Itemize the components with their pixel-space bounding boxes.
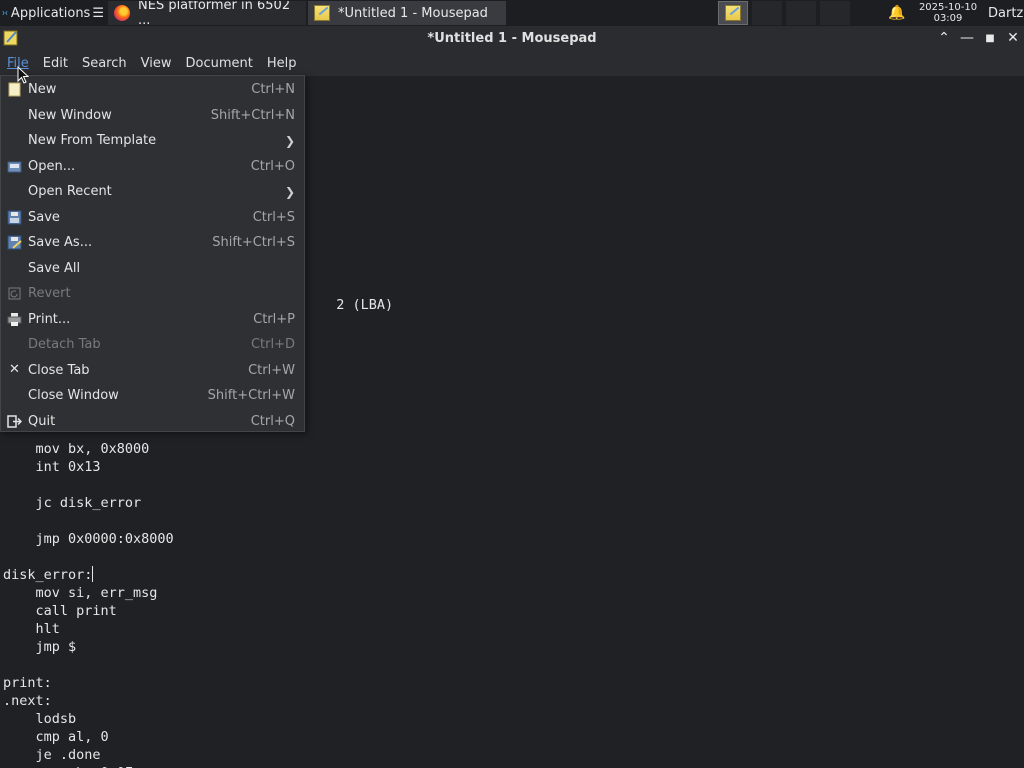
menu-item-save-as[interactable]: Save As... Shift+Ctrl+S	[1, 230, 304, 256]
close-icon: ✕	[9, 361, 20, 377]
code-line[interactable]: print:	[3, 674, 1024, 692]
print-icon	[7, 312, 22, 326]
code-line[interactable]	[3, 476, 1024, 494]
quit-icon	[7, 414, 22, 428]
new-document-icon	[8, 82, 21, 97]
code-line[interactable]: int 0x13	[3, 458, 1024, 476]
code-line[interactable]	[3, 512, 1024, 530]
text-cursor	[92, 566, 94, 582]
firefox-icon	[114, 5, 130, 21]
chevron-right-icon: ❯	[284, 184, 295, 199]
file-menu-dropdown: New Ctrl+N New Window Shift+Ctrl+N New F…	[0, 75, 305, 432]
code-line[interactable]: mov ah, 0x0E	[3, 764, 1024, 768]
mousepad-app-icon[interactable]	[3, 29, 19, 46]
code-line[interactable]	[3, 656, 1024, 674]
chevron-up-icon: ⌃	[938, 30, 950, 46]
chevron-right-icon: ❯	[284, 133, 295, 148]
mousepad-icon	[314, 5, 330, 21]
menu-item-save[interactable]: Save Ctrl+S	[1, 205, 304, 231]
xfce-logo-icon	[2, 10, 8, 16]
save-icon	[7, 210, 22, 224]
workspace-4[interactable]	[820, 1, 850, 25]
menu-document[interactable]: Document	[178, 50, 259, 76]
workspace-2[interactable]	[752, 1, 782, 25]
menu-item-new-from-template[interactable]: New From Template ❯	[1, 128, 304, 154]
menu-item-new-window[interactable]: New Window Shift+Ctrl+N	[1, 103, 304, 129]
menu-help[interactable]: Help	[260, 50, 304, 76]
menu-bar: File Edit Search View Document Help	[0, 50, 1024, 76]
menu-item-open-recent[interactable]: Open Recent ❯	[1, 179, 304, 205]
menu-item-revert: Revert	[1, 281, 304, 307]
window-title: *Untitled 1 - Mousepad	[427, 30, 597, 46]
menu-icon: ☰	[92, 5, 104, 21]
menu-item-quit[interactable]: Quit Ctrl+Q	[1, 409, 304, 435]
code-line[interactable]	[3, 548, 1024, 566]
menu-item-save-all[interactable]: Save All	[1, 256, 304, 282]
mousepad-icon	[725, 5, 741, 21]
minimize-button[interactable]: —	[958, 29, 976, 47]
applications-menu-button[interactable]: Applications ☰	[0, 0, 108, 26]
menu-item-new[interactable]: New Ctrl+N	[1, 77, 304, 103]
workspace-switcher	[716, 0, 852, 26]
menu-edit[interactable]: Edit	[36, 50, 75, 76]
window-titlebar[interactable]: *Untitled 1 - Mousepad ⌃ — ■ ✕	[0, 26, 1024, 50]
minimize-icon: —	[960, 30, 974, 46]
menu-item-print[interactable]: Print... Ctrl+P	[1, 307, 304, 333]
code-line[interactable]: jmp 0x0000:0x8000	[3, 530, 1024, 548]
workspace-3[interactable]	[786, 1, 816, 25]
code-line[interactable]: lodsb	[3, 710, 1024, 728]
code-line[interactable]: .next:	[3, 692, 1024, 710]
taskbar-item-mousepad[interactable]: *Untitled 1 - Mousepad	[308, 1, 506, 25]
menu-item-detach-tab: Detach Tab Ctrl+D	[28, 337, 295, 353]
close-window-button[interactable]: ✕	[1004, 29, 1022, 47]
code-line[interactable]: hlt	[3, 620, 1024, 638]
code-line[interactable]: disk_error:	[3, 566, 1024, 584]
menu-search[interactable]: Search	[75, 50, 134, 76]
taskbar-item-label: NES platformer in 6502 ...	[138, 1, 291, 25]
code-line[interactable]: jc disk_error	[3, 494, 1024, 512]
code-line[interactable]: je .done	[3, 746, 1024, 764]
maximize-button[interactable]: ■	[981, 29, 999, 47]
clock-date: 2025-10-10	[918, 2, 978, 13]
revert-icon	[8, 287, 21, 300]
open-folder-icon	[7, 161, 22, 172]
code-line[interactable]: mov si, err_msg	[3, 584, 1024, 602]
notification-bell-icon[interactable]: 🔔	[882, 0, 912, 26]
code-line[interactable]: mov bx, 0x8000	[3, 440, 1024, 458]
mouse-pointer-icon	[17, 66, 29, 84]
taskbar-item-firefox[interactable]: NES platformer in 6502 ...	[108, 1, 306, 25]
close-icon: ✕	[1007, 30, 1019, 46]
taskbar-item-label: *Untitled 1 - Mousepad	[338, 5, 488, 21]
user-menu-button[interactable]: Dartz	[984, 0, 1024, 26]
user-name: Dartz	[988, 5, 1024, 21]
menu-item-close-tab[interactable]: ✕ Close Tab Ctrl+W	[1, 358, 304, 384]
code-line[interactable]: jmp $	[3, 638, 1024, 656]
maximize-icon: ■	[985, 32, 995, 44]
window-shade-button[interactable]: ⌃	[935, 29, 953, 47]
menu-view[interactable]: View	[134, 50, 179, 76]
clock-time: 03:09	[933, 13, 963, 24]
code-line[interactable]: cmp al, 0	[3, 728, 1024, 746]
menu-item-open[interactable]: Open... Ctrl+O	[1, 154, 304, 180]
applications-label: Applications	[10, 5, 91, 21]
top-panel: Applications ☰ NES platformer in 6502 ..…	[0, 0, 1024, 26]
save-as-icon	[7, 235, 22, 250]
code-line[interactable]: call print	[3, 602, 1024, 620]
clock[interactable]: 2025-10-10 03:09	[912, 0, 984, 26]
menu-item-close-window[interactable]: Close Window Shift+Ctrl+W	[1, 383, 304, 409]
workspace-1[interactable]	[718, 1, 748, 25]
